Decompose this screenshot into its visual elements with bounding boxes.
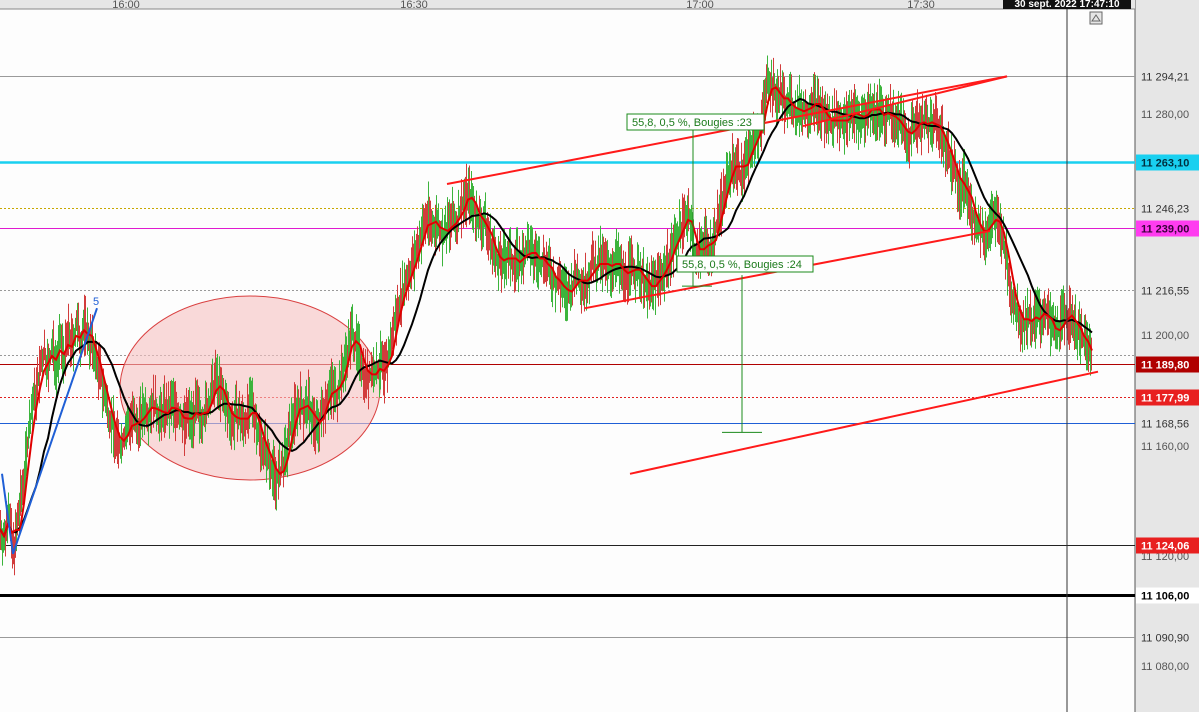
price-tick-11200: 11 200,00: [1141, 330, 1189, 342]
chart-root: 16:00 16:30 17:00 17:30 30 sept. 2022 17…: [0, 0, 1199, 712]
price-tick-11160: 11 160,00: [1141, 441, 1189, 453]
level-label-6: 11 189,80: [1141, 360, 1189, 372]
time-tick-1630: 16:30: [400, 0, 428, 11]
measure-box-1[interactable]: 55,8, 0,5 %, Bougies :23: [626, 113, 765, 131]
price-tick-11280: 11 280,00: [1141, 109, 1189, 121]
level-label-0: 11 294,21: [1141, 72, 1189, 84]
price-axis-panel: [1135, 0, 1199, 712]
level-label-8: 11 168,56: [1141, 419, 1189, 431]
measure-box-1-text: 55,8, 0,5 %, Bougies :23: [632, 117, 752, 129]
level-label-4: 11 216,55: [1141, 286, 1189, 298]
level-label-10: 11 106,00: [1141, 591, 1189, 603]
wave-label-5: 5: [93, 296, 99, 308]
level-label-2: 11 246,23: [1141, 204, 1189, 216]
time-axis-panel: [0, 0, 1135, 9]
price-tick-11080: 11 080,00: [1141, 661, 1189, 673]
cursor-marker-icon[interactable]: [1089, 11, 1103, 25]
time-tick-1600: 16:00: [112, 0, 140, 11]
price-chart[interactable]: 16:00 16:30 17:00 17:30 30 sept. 2022 17…: [0, 0, 1199, 712]
level-label-1: 11 263,10: [1141, 158, 1189, 170]
measure-box-2-text: 55,8, 0,5 %, Bougies :24: [682, 259, 802, 271]
time-tick-1700: 17:00: [686, 0, 714, 11]
level-label-9: 11 124,06: [1141, 541, 1189, 553]
measure-box-2[interactable]: 55,8, 0,5 %, Bougies :24: [676, 255, 814, 273]
level-label-11: 11 090,90: [1141, 633, 1189, 645]
level-label-7: 11 177,99: [1141, 393, 1189, 405]
time-tick-1730: 17:30: [907, 0, 935, 11]
datetime-badge: 30 sept. 2022 17:47:10: [1014, 0, 1120, 10]
level-label-3: 11 239,00: [1141, 224, 1189, 236]
